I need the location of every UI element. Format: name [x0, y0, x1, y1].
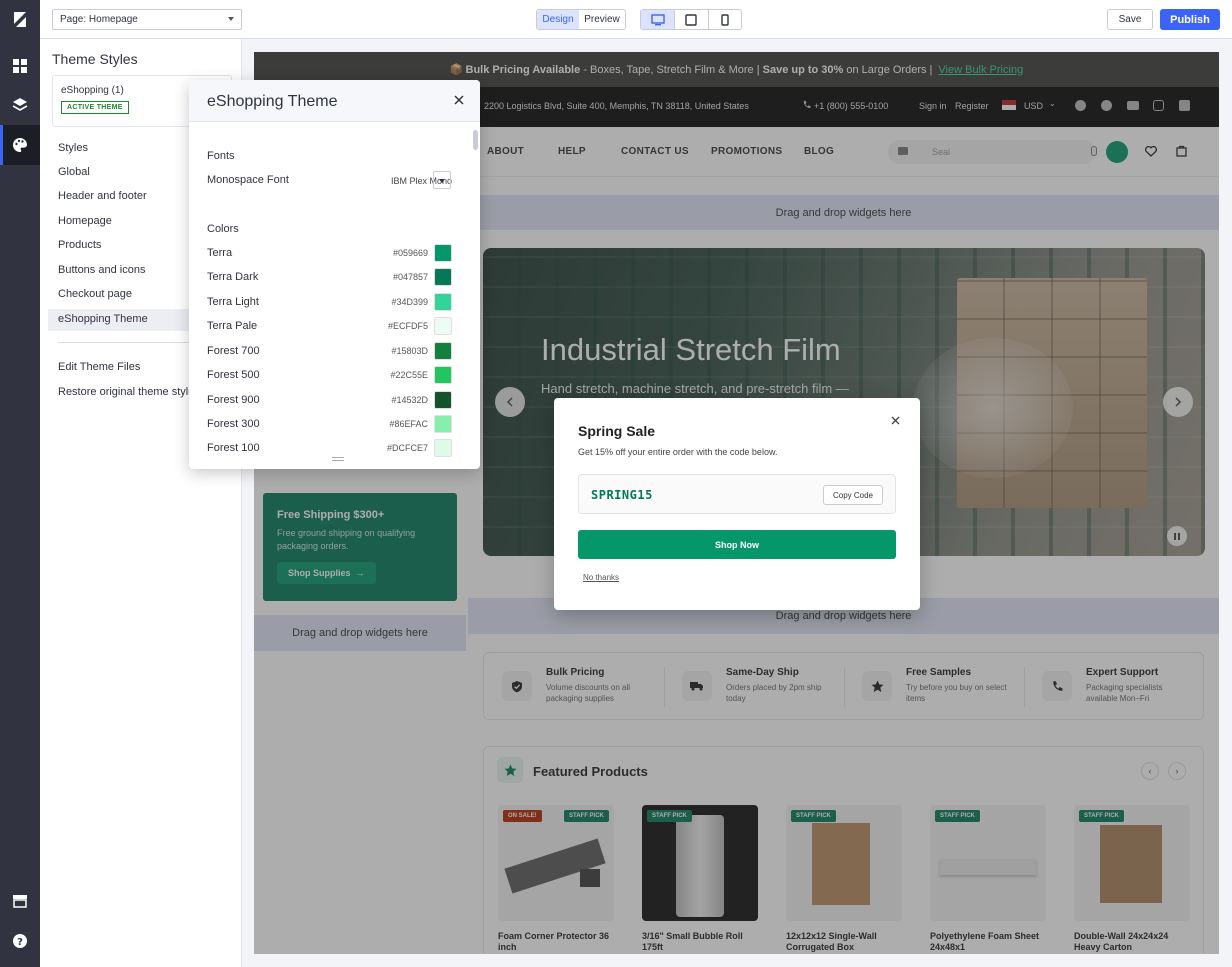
color-swatch[interactable]	[434, 268, 452, 286]
theme-settings-panel: eShopping Theme Fonts Monospace Font IBM…	[189, 80, 480, 469]
color-name: Terra Dark	[207, 271, 259, 283]
tablet-view-icon[interactable]	[674, 10, 707, 29]
color-hex[interactable]: #059669	[393, 248, 428, 258]
color-row[interactable]: Terra Pale #ECFDF5	[207, 317, 452, 337]
resize-handle[interactable]	[332, 457, 344, 461]
color-swatch[interactable]	[434, 342, 452, 360]
color-swatch[interactable]	[434, 391, 452, 409]
panel-scrollbar[interactable]	[473, 130, 478, 150]
colors-heading: Colors	[207, 223, 239, 235]
color-row[interactable]: Terra #059669	[207, 244, 452, 264]
preview-mode-button[interactable]: Preview	[579, 10, 625, 29]
panel-header: eShopping Theme	[189, 80, 480, 122]
sidebar-title: Theme Styles	[52, 51, 138, 67]
color-name: Forest 500	[207, 369, 260, 381]
color-swatch[interactable]	[434, 366, 452, 384]
color-name: Forest 700	[207, 345, 260, 357]
left-rail: ?	[0, 0, 40, 967]
color-hex[interactable]: #34D399	[391, 297, 428, 307]
color-swatch[interactable]	[434, 317, 452, 335]
mobile-view-icon[interactable]	[707, 10, 741, 29]
color-hex[interactable]: #ECFDF5	[388, 321, 428, 331]
help-icon[interactable]: ?	[0, 921, 40, 961]
shop-now-button[interactable]: Shop Now	[578, 530, 896, 559]
dashboard-icon[interactable]	[0, 46, 40, 86]
palette-icon[interactable]	[0, 125, 40, 165]
storefront-icon[interactable]	[0, 881, 40, 921]
color-name: Forest 300	[207, 418, 260, 430]
color-hex[interactable]: #14532D	[391, 395, 428, 405]
svg-text:?: ?	[17, 937, 23, 948]
color-name: Terra Pale	[207, 320, 258, 332]
coupon-code-box: SPRING15 Copy Code	[578, 474, 896, 514]
popup-subtitle: Get 15% off your entire order with the c…	[578, 447, 778, 457]
color-row[interactable]: Forest 100 #DCFCE7	[207, 439, 452, 459]
top-bar: Page: Homepage Design Preview Save Publi…	[40, 0, 1232, 39]
panel-title: eShopping Theme	[207, 93, 338, 110]
design-mode-button[interactable]: Design	[537, 10, 579, 29]
color-name: Terra	[207, 247, 233, 259]
active-theme-badge: ACTIVE THEME	[61, 101, 129, 114]
color-hex[interactable]: #047857	[393, 272, 428, 282]
color-swatch[interactable]	[434, 244, 452, 262]
color-swatch[interactable]	[434, 415, 452, 433]
color-hex[interactable]: #15803D	[391, 346, 428, 356]
device-toggle	[640, 9, 742, 30]
color-swatch[interactable]	[434, 293, 452, 311]
color-row[interactable]: Terra Light #34D399	[207, 293, 452, 313]
layers-icon[interactable]	[0, 85, 40, 125]
copy-code-button[interactable]: Copy Code	[822, 485, 883, 505]
mode-toggle: Design Preview	[536, 9, 626, 30]
chevron-down-icon	[228, 17, 234, 21]
color-row[interactable]: Forest 900 #14532D	[207, 391, 452, 411]
desktop-view-icon[interactable]	[641, 10, 675, 29]
restore-theme-link[interactable]: Restore original theme styles	[48, 382, 200, 404]
color-name: Terra Light	[207, 296, 259, 308]
sidebar-item-eshopping-theme[interactable]: eShopping Theme	[48, 309, 198, 331]
monospace-font-label: Monospace Font	[207, 174, 289, 186]
color-hex[interactable]: #86EFAC	[389, 419, 428, 429]
color-swatch[interactable]	[434, 439, 452, 457]
color-hex[interactable]: #22C55E	[390, 370, 428, 380]
no-thanks-link[interactable]: No thanks	[583, 573, 619, 582]
color-hex[interactable]: #DCFCE7	[387, 443, 428, 453]
save-button[interactable]: Save	[1107, 9, 1153, 30]
close-icon[interactable]	[891, 416, 900, 425]
color-name: Forest 100	[207, 442, 260, 454]
color-name: Forest 900	[207, 394, 260, 406]
color-row[interactable]: Forest 700 #15803D	[207, 342, 452, 362]
coupon-code: SPRING15	[591, 488, 653, 502]
page-select[interactable]: Page: Homepage	[52, 9, 242, 30]
color-row[interactable]: Forest 300 #86EFAC	[207, 415, 452, 435]
color-row[interactable]: Forest 500 #22C55E	[207, 366, 452, 386]
spring-sale-popup: Spring Sale Get 15% off your entire orde…	[554, 398, 920, 610]
color-row[interactable]: Terra Dark #047857	[207, 268, 452, 288]
monospace-font-dropdown[interactable]	[433, 171, 451, 189]
close-icon[interactable]	[454, 95, 464, 105]
popup-title: Spring Sale	[578, 423, 656, 439]
bigcommerce-logo-icon[interactable]	[0, 0, 40, 40]
fonts-heading: Fonts	[207, 150, 235, 162]
publish-button[interactable]: Publish	[1160, 9, 1220, 30]
